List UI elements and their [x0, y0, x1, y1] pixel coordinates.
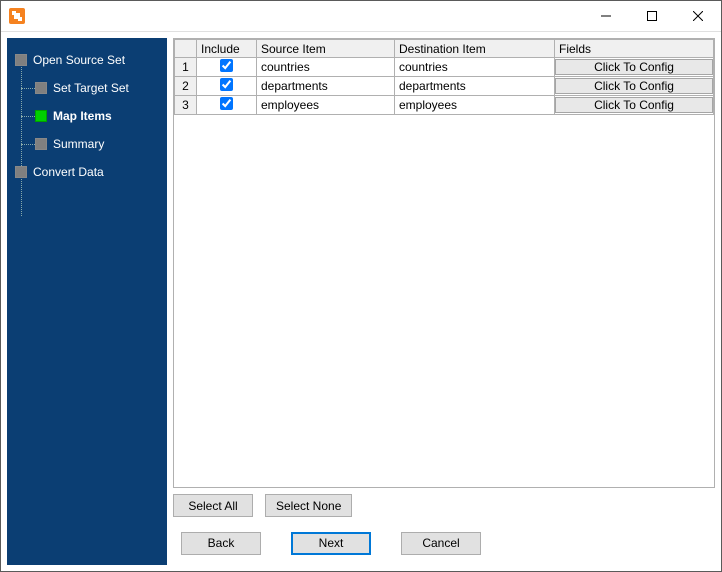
destination-item-cell[interactable]: countries	[395, 58, 555, 77]
source-item-cell[interactable]: employees	[257, 96, 395, 115]
sidebar-item-convert-data[interactable]: Convert Data	[11, 158, 163, 186]
maximize-button[interactable]	[629, 1, 675, 31]
source-item-cell[interactable]: departments	[257, 77, 395, 96]
tree-node-icon	[35, 110, 47, 122]
app-icon	[9, 8, 25, 24]
mapping-grid: Include Source Item Destination Item Fie…	[174, 39, 714, 115]
table-row[interactable]: 3employeesemployeesClick To Config	[175, 96, 714, 115]
config-fields-button[interactable]: Click To Config	[555, 97, 713, 113]
config-fields-button[interactable]: Click To Config	[555, 78, 713, 94]
tree-node-icon	[35, 82, 47, 94]
select-all-button[interactable]: Select All	[173, 494, 253, 517]
tree-node-icon	[35, 138, 47, 150]
grid-header-include[interactable]: Include	[197, 40, 257, 58]
row-number[interactable]: 2	[175, 77, 197, 96]
destination-item-cell[interactable]: departments	[395, 77, 555, 96]
sidebar-item-summary[interactable]: Summary	[11, 130, 163, 158]
fields-cell: Click To Config	[555, 58, 714, 77]
sidebar-item-label: Set Target Set	[53, 81, 129, 95]
include-checkbox[interactable]	[220, 59, 233, 72]
grid-header-corner	[175, 40, 197, 58]
fields-cell: Click To Config	[555, 96, 714, 115]
include-cell	[197, 96, 257, 115]
include-cell	[197, 58, 257, 77]
sidebar-item-label: Convert Data	[33, 165, 104, 179]
sidebar-item-label: Map Items	[53, 109, 112, 123]
tree-node-icon	[15, 54, 27, 66]
include-checkbox[interactable]	[220, 97, 233, 110]
cancel-button[interactable]: Cancel	[401, 532, 481, 555]
destination-item-cell[interactable]: employees	[395, 96, 555, 115]
main-panel: Include Source Item Destination Item Fie…	[173, 38, 715, 565]
row-number[interactable]: 3	[175, 96, 197, 115]
wizard-nav-row: Back Next Cancel	[173, 521, 715, 565]
minimize-icon	[601, 11, 611, 21]
tree-node-icon	[15, 166, 27, 178]
mapping-grid-container: Include Source Item Destination Item Fie…	[173, 38, 715, 488]
grid-header-destination[interactable]: Destination Item	[395, 40, 555, 58]
sidebar-item-open-source-set[interactable]: Open Source Set	[11, 46, 163, 74]
selection-button-row: Select All Select None	[173, 488, 715, 521]
row-number[interactable]: 1	[175, 58, 197, 77]
back-button[interactable]: Back	[181, 532, 261, 555]
close-button[interactable]	[675, 1, 721, 31]
table-row[interactable]: 2departmentsdepartmentsClick To Config	[175, 77, 714, 96]
maximize-icon	[647, 11, 657, 21]
include-checkbox[interactable]	[220, 78, 233, 91]
sidebar-item-label: Open Source Set	[33, 53, 125, 67]
app-window: Open Source Set Set Target Set Map Items…	[0, 0, 722, 572]
grid-header-source[interactable]: Source Item	[257, 40, 395, 58]
table-row[interactable]: 1countriescountriesClick To Config	[175, 58, 714, 77]
fields-cell: Click To Config	[555, 77, 714, 96]
include-cell	[197, 77, 257, 96]
select-none-button[interactable]: Select None	[265, 494, 352, 517]
close-icon	[693, 11, 703, 21]
wizard-tree: Open Source Set Set Target Set Map Items…	[11, 46, 163, 186]
sidebar-item-label: Summary	[53, 137, 104, 151]
wizard-sidebar: Open Source Set Set Target Set Map Items…	[7, 38, 167, 565]
minimize-button[interactable]	[583, 1, 629, 31]
sidebar-item-map-items[interactable]: Map Items	[11, 102, 163, 130]
config-fields-button[interactable]: Click To Config	[555, 59, 713, 75]
titlebar	[1, 1, 721, 32]
next-button[interactable]: Next	[291, 532, 371, 555]
grid-header-fields[interactable]: Fields	[555, 40, 714, 58]
grid-header-row: Include Source Item Destination Item Fie…	[175, 40, 714, 58]
sidebar-item-set-target-set[interactable]: Set Target Set	[11, 74, 163, 102]
source-item-cell[interactable]: countries	[257, 58, 395, 77]
